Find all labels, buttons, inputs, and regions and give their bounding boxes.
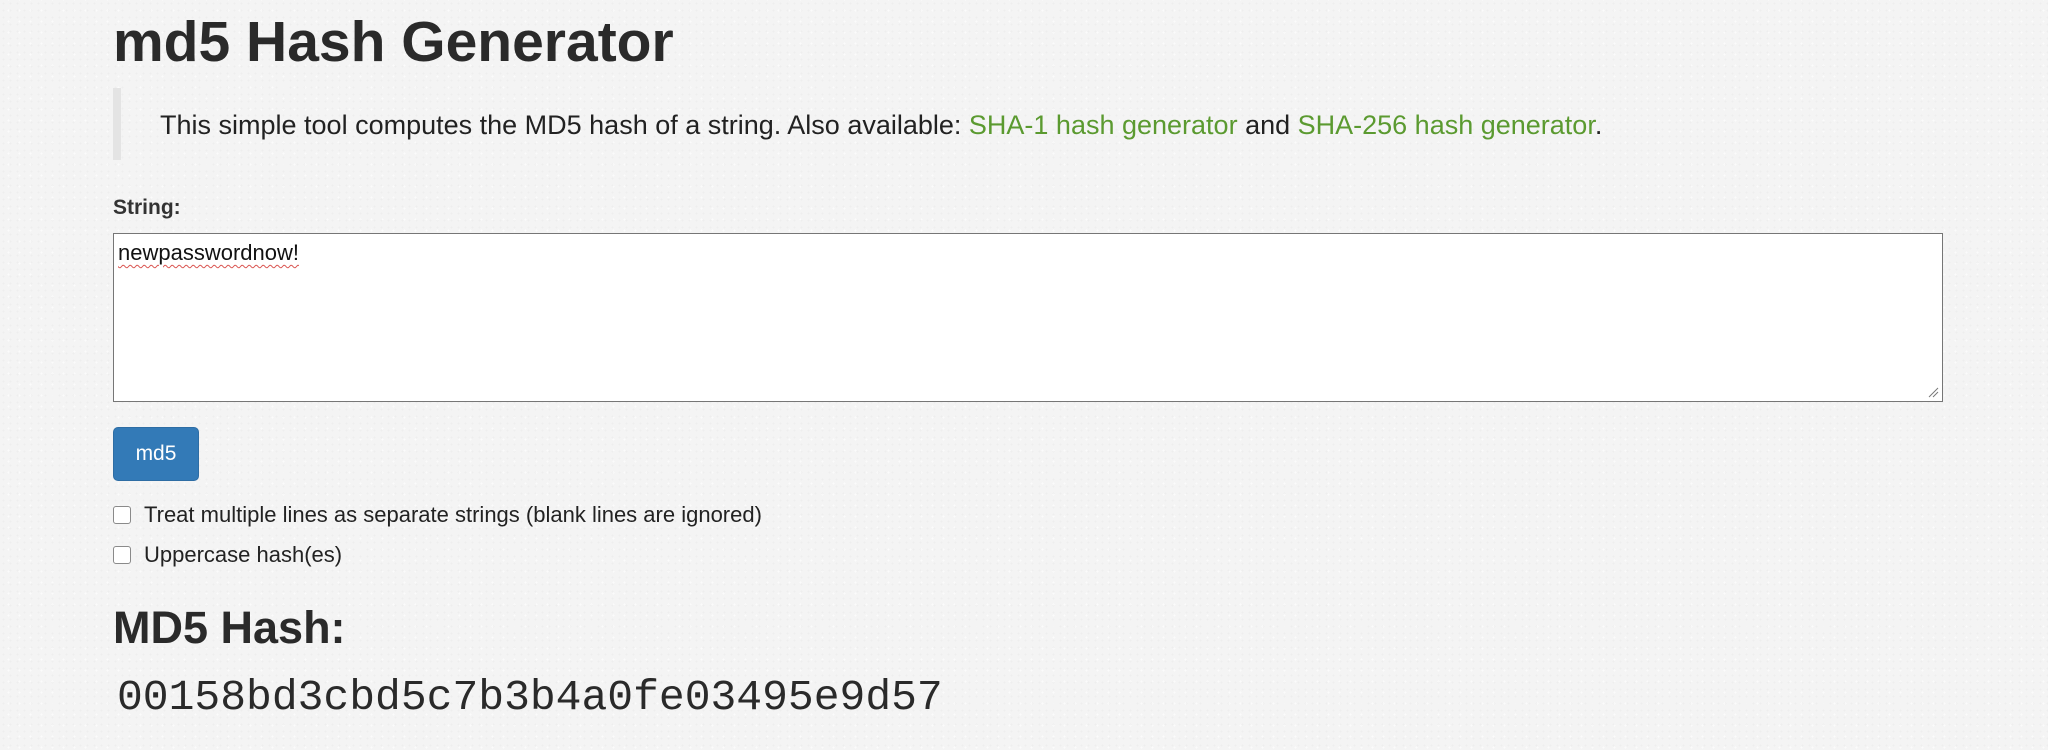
option-uppercase[interactable]: Uppercase hash(es) xyxy=(113,542,342,568)
string-label: String: xyxy=(113,196,181,219)
sha1-generator-link[interactable]: SHA-1 hash generator xyxy=(969,110,1238,140)
md5-button[interactable]: md5 xyxy=(113,427,199,481)
intro-text: This simple tool computes the MD5 hash o… xyxy=(160,109,1602,141)
result-heading: MD5 Hash: xyxy=(113,602,346,653)
uppercase-label: Uppercase hash(es) xyxy=(144,542,343,567)
string-input-value: newpasswordnow! xyxy=(118,240,299,265)
intro-text-between: and xyxy=(1237,110,1298,140)
hash-output: 00158bd3cbd5c7b3b4a0fe03495e9d57 xyxy=(117,673,943,722)
uppercase-checkbox[interactable] xyxy=(113,546,131,564)
intro-blockquote: This simple tool computes the MD5 hash o… xyxy=(113,88,1813,160)
string-input[interactable]: newpasswordnow! xyxy=(113,233,1943,402)
intro-text-after: . xyxy=(1594,110,1603,140)
resize-grip-icon[interactable] xyxy=(1927,386,1939,398)
page-title: md5 Hash Generator xyxy=(113,10,674,74)
sha256-generator-link[interactable]: SHA-256 hash generator xyxy=(1298,110,1595,140)
separate-lines-label: Treat multiple lines as separate strings… xyxy=(144,502,762,527)
separate-lines-checkbox[interactable] xyxy=(113,506,131,524)
option-separate-lines[interactable]: Treat multiple lines as separate strings… xyxy=(113,502,762,528)
intro-text-before: This simple tool computes the MD5 hash o… xyxy=(160,110,969,140)
